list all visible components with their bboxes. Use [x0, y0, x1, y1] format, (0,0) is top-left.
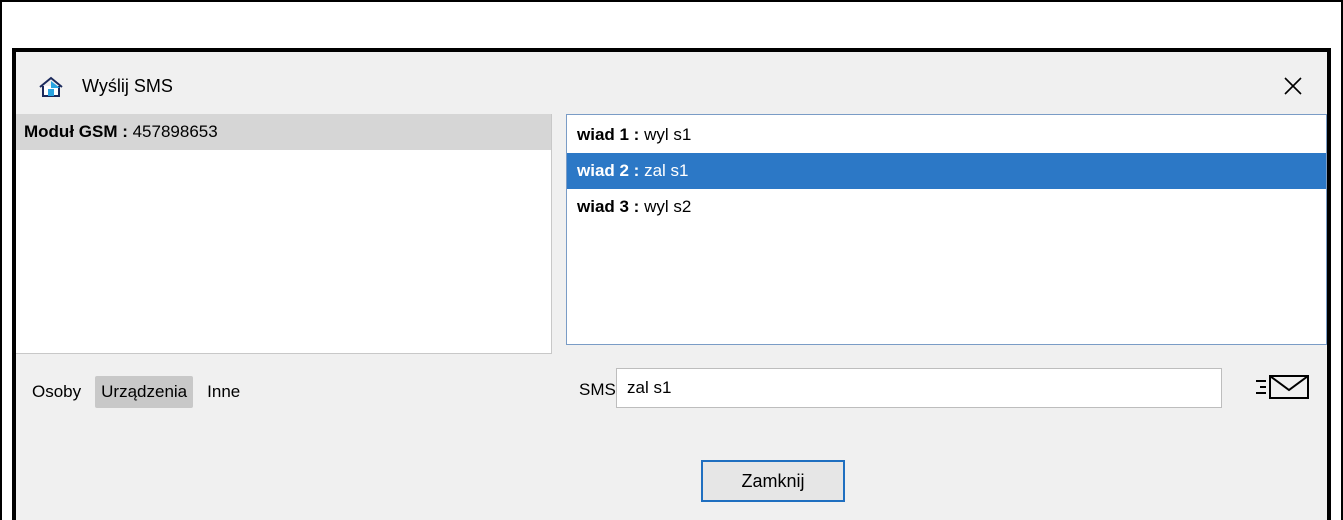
- recipient-list[interactable]: Moduł GSM : 457898653: [16, 114, 552, 354]
- category-tabs: Osoby Urządzenia Inne: [26, 376, 246, 408]
- message-label: wiad 1 :: [577, 125, 645, 144]
- title-bar: Wyślij SMS: [16, 52, 1327, 114]
- message-label: wiad 2 :: [577, 161, 645, 180]
- message-item-2[interactable]: wiad 2 : zal s1: [567, 153, 1326, 189]
- home-icon: [39, 76, 63, 97]
- message-label: wiad 3 :: [577, 197, 645, 216]
- recipient-item-value: 457898653: [132, 122, 218, 141]
- message-item-1[interactable]: wiad 1 : wyl s1: [567, 117, 1326, 153]
- message-item-3[interactable]: wiad 3 : wyl s2: [567, 189, 1326, 225]
- sms-label: SMS: [579, 380, 616, 399]
- message-list[interactable]: wiad 1 : wyl s1 wiad 2 : zal s1 wiad 3 :…: [566, 114, 1327, 345]
- send-sms-dialog: Wyślij SMS Moduł GSM : 457898653 wiad 1 …: [12, 48, 1331, 520]
- recipient-item-label: Moduł GSM :: [24, 122, 133, 141]
- close-icon[interactable]: [1273, 66, 1313, 106]
- tab-osoby[interactable]: Osoby: [26, 376, 87, 408]
- message-text: zal s1: [644, 161, 689, 180]
- close-button[interactable]: Zamknij: [701, 460, 845, 502]
- tab-urzadzenia[interactable]: Urządzenia: [95, 376, 194, 408]
- dialog-title: Wyślij SMS: [82, 76, 173, 96]
- sms-input[interactable]: [616, 368, 1222, 408]
- message-text: wyl s2: [644, 197, 692, 216]
- tab-inne[interactable]: Inne: [201, 376, 246, 408]
- message-text: wyl s1: [644, 125, 692, 144]
- recipient-item-gsm[interactable]: Moduł GSM : 457898653: [16, 114, 551, 150]
- send-mail-icon[interactable]: [1252, 370, 1312, 404]
